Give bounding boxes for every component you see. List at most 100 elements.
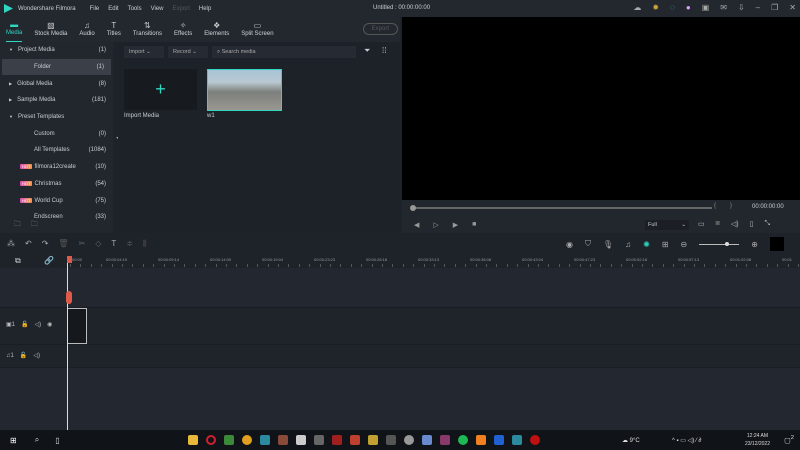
mark-in-button[interactable]: { <box>714 203 716 209</box>
game-icon[interactable] <box>278 435 288 445</box>
step-icon[interactable]: ▷ <box>433 221 438 229</box>
snapshot-icon[interactable]: ◙ <box>716 220 720 228</box>
export-button[interactable]: Export <box>362 23 398 35</box>
volume-icon[interactable]: ◁) <box>731 220 739 228</box>
fullscreen-icon[interactable]: ⤡ <box>764 220 770 228</box>
sidebar-item[interactable]: HOT World Cup (75) <box>0 192 113 209</box>
sidebar-item[interactable]: All Templates (1084) <box>0 142 113 159</box>
windows-start-icon[interactable]: ⊞ <box>10 436 17 445</box>
app-icon[interactable] <box>386 435 396 445</box>
video-track[interactable]: ▣1 🔓 ◁) ◉ <box>0 308 800 345</box>
chrome-icon[interactable] <box>242 435 252 445</box>
tab-media[interactable]: ▬ Media <box>6 20 23 42</box>
preview-scrubber[interactable] <box>410 205 712 211</box>
undo-icon[interactable]: ↶ <box>25 239 32 249</box>
mute-icon[interactable]: ◁) <box>35 321 42 328</box>
redo-icon[interactable]: ↷ <box>42 239 49 249</box>
menu-help[interactable]: Help <box>199 6 211 12</box>
vlc-icon[interactable] <box>476 435 486 445</box>
nvidia-icon[interactable] <box>224 435 234 445</box>
filmora-taskbar-icon[interactable] <box>512 435 522 445</box>
layout-icon[interactable]: ⁂ <box>7 239 15 249</box>
tab-effects[interactable]: ✧ Effects <box>174 21 192 42</box>
playhead-handle[interactable] <box>67 256 72 263</box>
add-track-icon[interactable]: ⧉ <box>15 256 21 266</box>
expand-arrow-icon[interactable]: ▶ <box>9 81 12 86</box>
expand-arrow-icon[interactable]: ▼ <box>9 114 13 119</box>
stop-icon[interactable]: ■ <box>472 221 476 229</box>
support-icon[interactable]: ◌ <box>670 3 675 12</box>
ai-icon[interactable]: ✺ <box>643 240 650 249</box>
expand-arrow-icon[interactable]: ▼ <box>9 47 13 52</box>
shield-icon[interactable]: ⛉ <box>585 239 591 249</box>
sidebar-item[interactable]: Folder (1) <box>2 58 111 76</box>
timeline-ruler[interactable]: ⧉ 🔗 00:00 00:00:04:19 00:00:09:14 00:00:14:… <box>0 253 800 268</box>
new-folder-icon[interactable]: 🗀 <box>14 221 21 228</box>
restore-button[interactable]: ❐ <box>771 3 778 12</box>
tab-titles[interactable]: T Titles <box>107 21 121 42</box>
text-tool-icon[interactable]: T <box>111 239 116 249</box>
bulb-icon[interactable]: ✹ <box>652 3 659 12</box>
mute-icon[interactable]: ◁) <box>33 352 40 359</box>
audio-mix-icon[interactable]: ⫼ <box>143 239 147 249</box>
menu-view[interactable]: View <box>151 6 164 12</box>
prev-frame-icon[interactable]: ◀ <box>414 221 419 229</box>
weather[interactable]: ☁ 9°C <box>622 437 640 444</box>
clock[interactable]: 12:24 AM 23/12/2022 <box>745 432 770 448</box>
sidebar-item[interactable]: HOT filmora12create (10) <box>0 159 113 176</box>
app-icon[interactable] <box>296 435 306 445</box>
eye-icon[interactable]: ◉ <box>47 321 52 328</box>
sidebar-item[interactable]: Endscreen (33) <box>0 209 113 220</box>
sidebar-item[interactable]: ▼ Preset Templates <box>0 109 113 126</box>
app-icon[interactable] <box>314 435 324 445</box>
sidebar-item[interactable]: ▶ Sample Media (181) <box>0 92 113 109</box>
tab-audio[interactable]: ♫ Audio <box>79 21 94 42</box>
lock-icon[interactable]: 🔓 <box>20 352 27 359</box>
tab-transitions[interactable]: ⇅ Transitions <box>133 21 162 42</box>
app-icon[interactable] <box>440 435 450 445</box>
search-input[interactable]: ⌕ Search media <box>212 46 356 58</box>
app-icon[interactable] <box>494 435 504 445</box>
folder-icon[interactable]: ▯ <box>750 220 754 228</box>
cut-icon[interactable]: ✂ <box>79 239 86 249</box>
avatar[interactable]: ● <box>686 3 691 12</box>
close-button[interactable]: ✕ <box>789 3 796 12</box>
media-clip-thumbnail[interactable] <box>207 69 282 111</box>
app-icon[interactable] <box>422 435 432 445</box>
menu-edit[interactable]: Edit <box>108 6 118 12</box>
audio-track[interactable]: ♫1 🔓 ◁) <box>0 345 800 368</box>
task-view-icon[interactable]: ▯ <box>55 436 59 445</box>
panel-toggle-icon[interactable] <box>769 237 784 251</box>
expand-arrow-icon[interactable]: ▶ <box>9 97 12 102</box>
filmora-taskbar-icon[interactable] <box>260 435 270 445</box>
tab-stock-media[interactable]: ▧ Stock Media <box>34 21 67 42</box>
music-list-icon[interactable]: ♫ <box>625 240 631 249</box>
mic-icon[interactable]: 🎙 <box>603 240 613 249</box>
adjust-icon[interactable]: ≑ <box>126 239 133 249</box>
tab-elements[interactable]: ❖ Elements <box>204 21 229 42</box>
zoom-in-icon[interactable]: ⊕ <box>751 240 758 249</box>
tag-icon[interactable]: ◇ <box>95 239 101 249</box>
opera-icon[interactable] <box>206 435 216 445</box>
quality-dropdown[interactable]: Full ⌄ <box>645 220 689 230</box>
spotify-icon[interactable] <box>458 435 468 445</box>
playhead[interactable] <box>67 256 68 430</box>
sidebar-item[interactable]: ▶ Global Media (8) <box>0 75 113 92</box>
game-icon[interactable] <box>332 435 342 445</box>
file-explorer-icon[interactable] <box>188 435 198 445</box>
system-tray-icons[interactable]: ^ ▪ ▭ ◁) ⁄ ∂ <box>672 437 702 444</box>
record-dropdown[interactable]: Record ⌄ <box>168 46 208 58</box>
import-dropdown[interactable]: Import ⌄ <box>124 46 164 58</box>
lock-icon[interactable]: 🔓 <box>21 321 28 328</box>
app-icon[interactable] <box>530 435 540 445</box>
playhead-marker[interactable] <box>66 291 72 304</box>
display-icon[interactable]: ▭ <box>698 220 705 228</box>
minimize-button[interactable]: – <box>756 3 760 12</box>
filter-icon[interactable]: ⏷ <box>364 46 370 56</box>
sidebar-item[interactable]: HOT Christmas (54) <box>0 176 113 193</box>
grid-view-icon[interactable]: ⁞⁞ <box>382 46 386 55</box>
menu-file[interactable]: File <box>90 6 100 12</box>
render-icon[interactable]: ◉ <box>566 240 573 249</box>
game-icon[interactable] <box>350 435 360 445</box>
save-icon[interactable]: ▣ <box>702 3 710 12</box>
